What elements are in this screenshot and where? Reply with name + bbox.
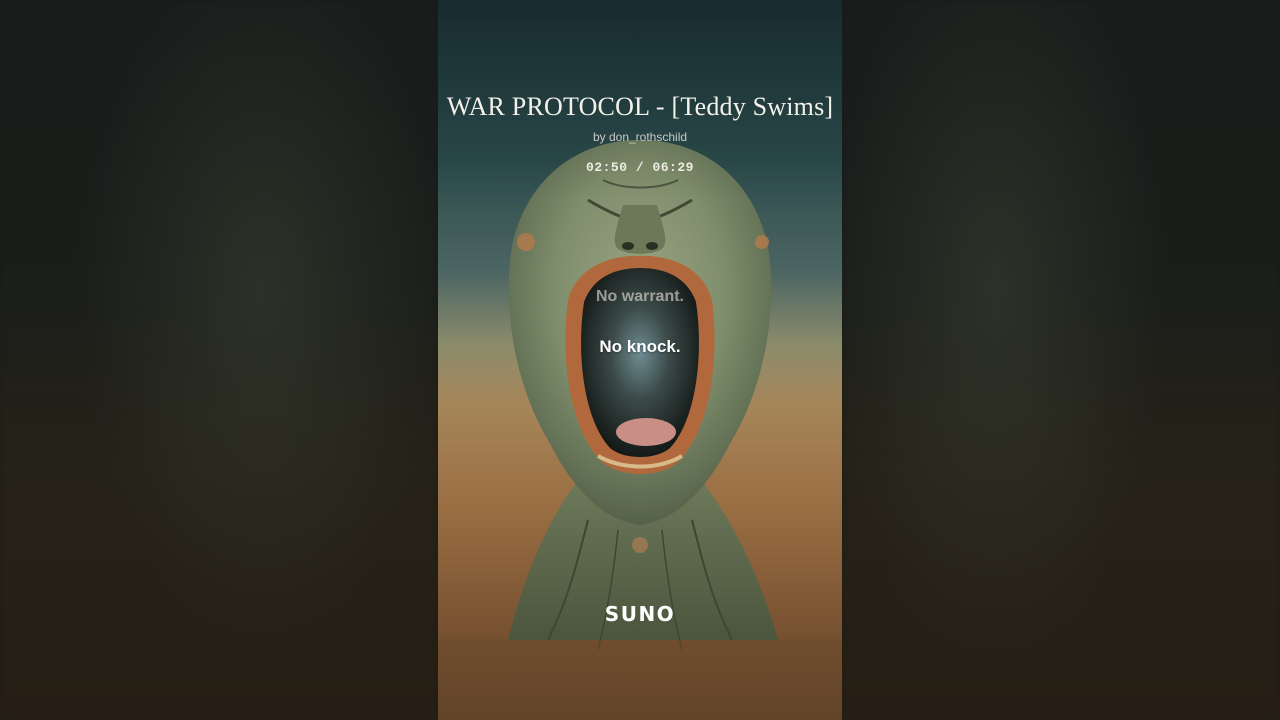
blurred-backdrop-left <box>0 0 438 720</box>
video-stage[interactable]: WAR PROTOCOL - [Teddy Swims] by don_roth… <box>0 0 1280 720</box>
lyric-line-current: No knock. <box>599 337 681 356</box>
song-artist[interactable]: by don_rothschild <box>438 130 842 144</box>
suno-logo: SUNO <box>604 602 676 626</box>
song-title: WAR PROTOCOL - [Teddy Swims] <box>446 92 834 121</box>
playback-time: 02:50 / 06:29 <box>586 160 694 175</box>
blurred-backdrop-right <box>842 0 1280 720</box>
video-frame[interactable]: WAR PROTOCOL - [Teddy Swims] by don_roth… <box>438 0 842 720</box>
lyric-line-previous: No warrant. <box>595 288 684 305</box>
